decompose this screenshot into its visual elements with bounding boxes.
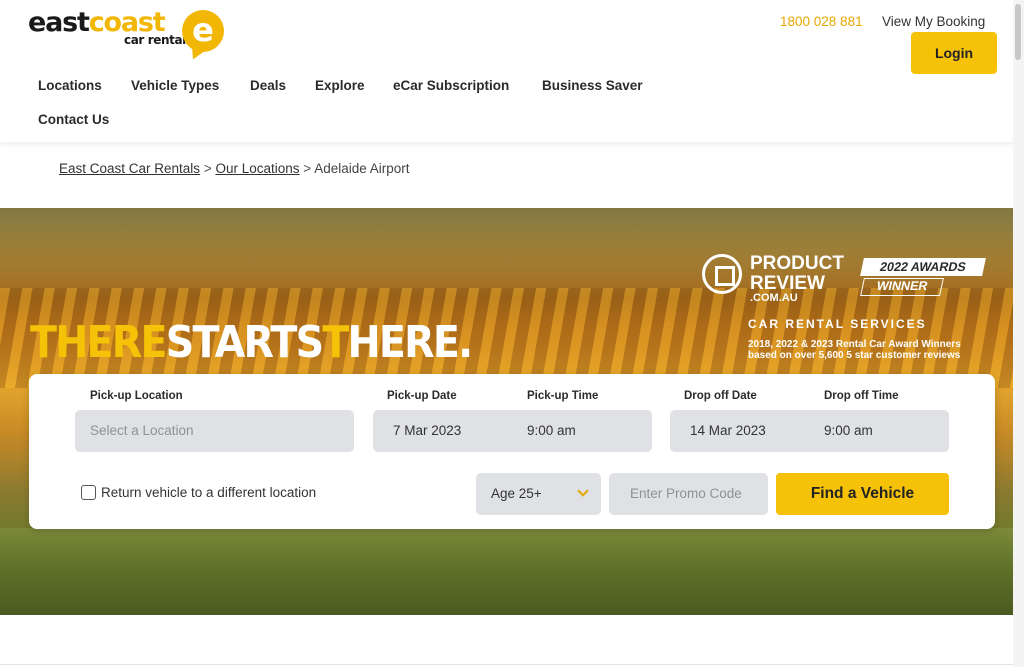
nav-item-deals[interactable]: Deals	[250, 78, 286, 93]
dropoff-time-input[interactable]: 9:00 am	[824, 423, 873, 438]
nav-item-explore[interactable]: Explore	[315, 78, 365, 93]
find-vehicle-button[interactable]: Find a Vehicle	[776, 473, 949, 515]
product-review-icon	[702, 254, 742, 294]
dropoff-date-input[interactable]: 14 Mar 2023	[690, 423, 766, 438]
pickup-time-input[interactable]: 9:00 am	[527, 423, 576, 438]
chevron-down-icon	[577, 485, 589, 497]
dropoff-date-label: Drop off Date	[684, 390, 757, 402]
breadcrumb-separator: >	[203, 161, 212, 176]
breadcrumb-separator: >	[303, 161, 312, 176]
award-year-badge: 2022 AWARDS	[860, 258, 986, 276]
pickup-time-label: Pick-up Time	[527, 390, 599, 402]
nav-item-vehicle-types[interactable]: Vehicle Types	[131, 78, 219, 93]
nav-item-locations[interactable]: Locations	[38, 78, 102, 93]
page-scrollbar[interactable]	[1013, 0, 1024, 667]
return-different-location-checkbox[interactable]	[81, 485, 96, 500]
scrollbar-thumb[interactable]	[1015, 4, 1021, 60]
breadcrumb: East Coast Car Rentals > Our Locations >…	[59, 161, 410, 176]
nav-item-ecar-subscription[interactable]: eCar Subscription	[393, 78, 509, 93]
award-description: 2018, 2022 & 2023 Rental Car Award Winne…	[748, 339, 961, 361]
hero-ground	[0, 528, 1013, 615]
login-button[interactable]: Login	[911, 32, 997, 74]
pickup-date-input[interactable]: 7 Mar 2023	[393, 423, 461, 438]
view-my-booking-link[interactable]: View My Booking	[882, 14, 985, 29]
east-coast-logo[interactable]: eastcoast car rentals e	[28, 8, 228, 64]
award-winner-badge: WINNER	[860, 278, 944, 296]
dropoff-datetime-field: 14 Mar 2023 9:00 am	[670, 410, 949, 452]
breadcrumb-current: Adelaide Airport	[314, 161, 410, 176]
hero-tagline: THERESTARTSTHERE.	[30, 317, 473, 368]
phone-link[interactable]: 1800 028 881	[780, 14, 863, 29]
award-domain: .COM.AU	[750, 292, 798, 304]
promo-code-input[interactable]: Enter Promo Code	[609, 473, 768, 515]
section-divider	[0, 664, 1013, 665]
promo-code-placeholder: Enter Promo Code	[630, 486, 742, 501]
pickup-datetime-field: 7 Mar 2023 9:00 am	[373, 410, 652, 452]
breadcrumb-locations-link[interactable]: Our Locations	[215, 161, 299, 176]
age-value: Age 25+	[491, 486, 542, 501]
nav-item-business-saver[interactable]: Business Saver	[542, 78, 643, 93]
age-select[interactable]: Age 25+	[476, 473, 601, 515]
award-title: PRODUCT REVIEW	[750, 253, 844, 294]
pickup-date-label: Pick-up Date	[387, 390, 457, 402]
return-different-location-label[interactable]: Return vehicle to a different location	[101, 485, 316, 500]
pickup-location-label: Pick-up Location	[90, 390, 183, 402]
booking-form: Pick-up Location Select a Location Pick-…	[29, 374, 995, 529]
pickup-location-placeholder: Select a Location	[90, 423, 194, 438]
award-badge: PRODUCT REVIEW .COM.AU 2022 AWARDS WINNE…	[700, 252, 1000, 372]
nav-item-contact-us[interactable]: Contact Us	[38, 112, 109, 127]
breadcrumb-home-link[interactable]: East Coast Car Rentals	[59, 161, 200, 176]
award-service: CAR RENTAL SERVICES	[748, 317, 927, 331]
logo-e-icon: e	[182, 10, 224, 52]
site-header: eastcoast car rentals e 1800 028 881 Vie…	[0, 0, 1024, 142]
pickup-location-select[interactable]: Select a Location	[75, 410, 354, 452]
dropoff-time-label: Drop off Time	[824, 390, 899, 402]
